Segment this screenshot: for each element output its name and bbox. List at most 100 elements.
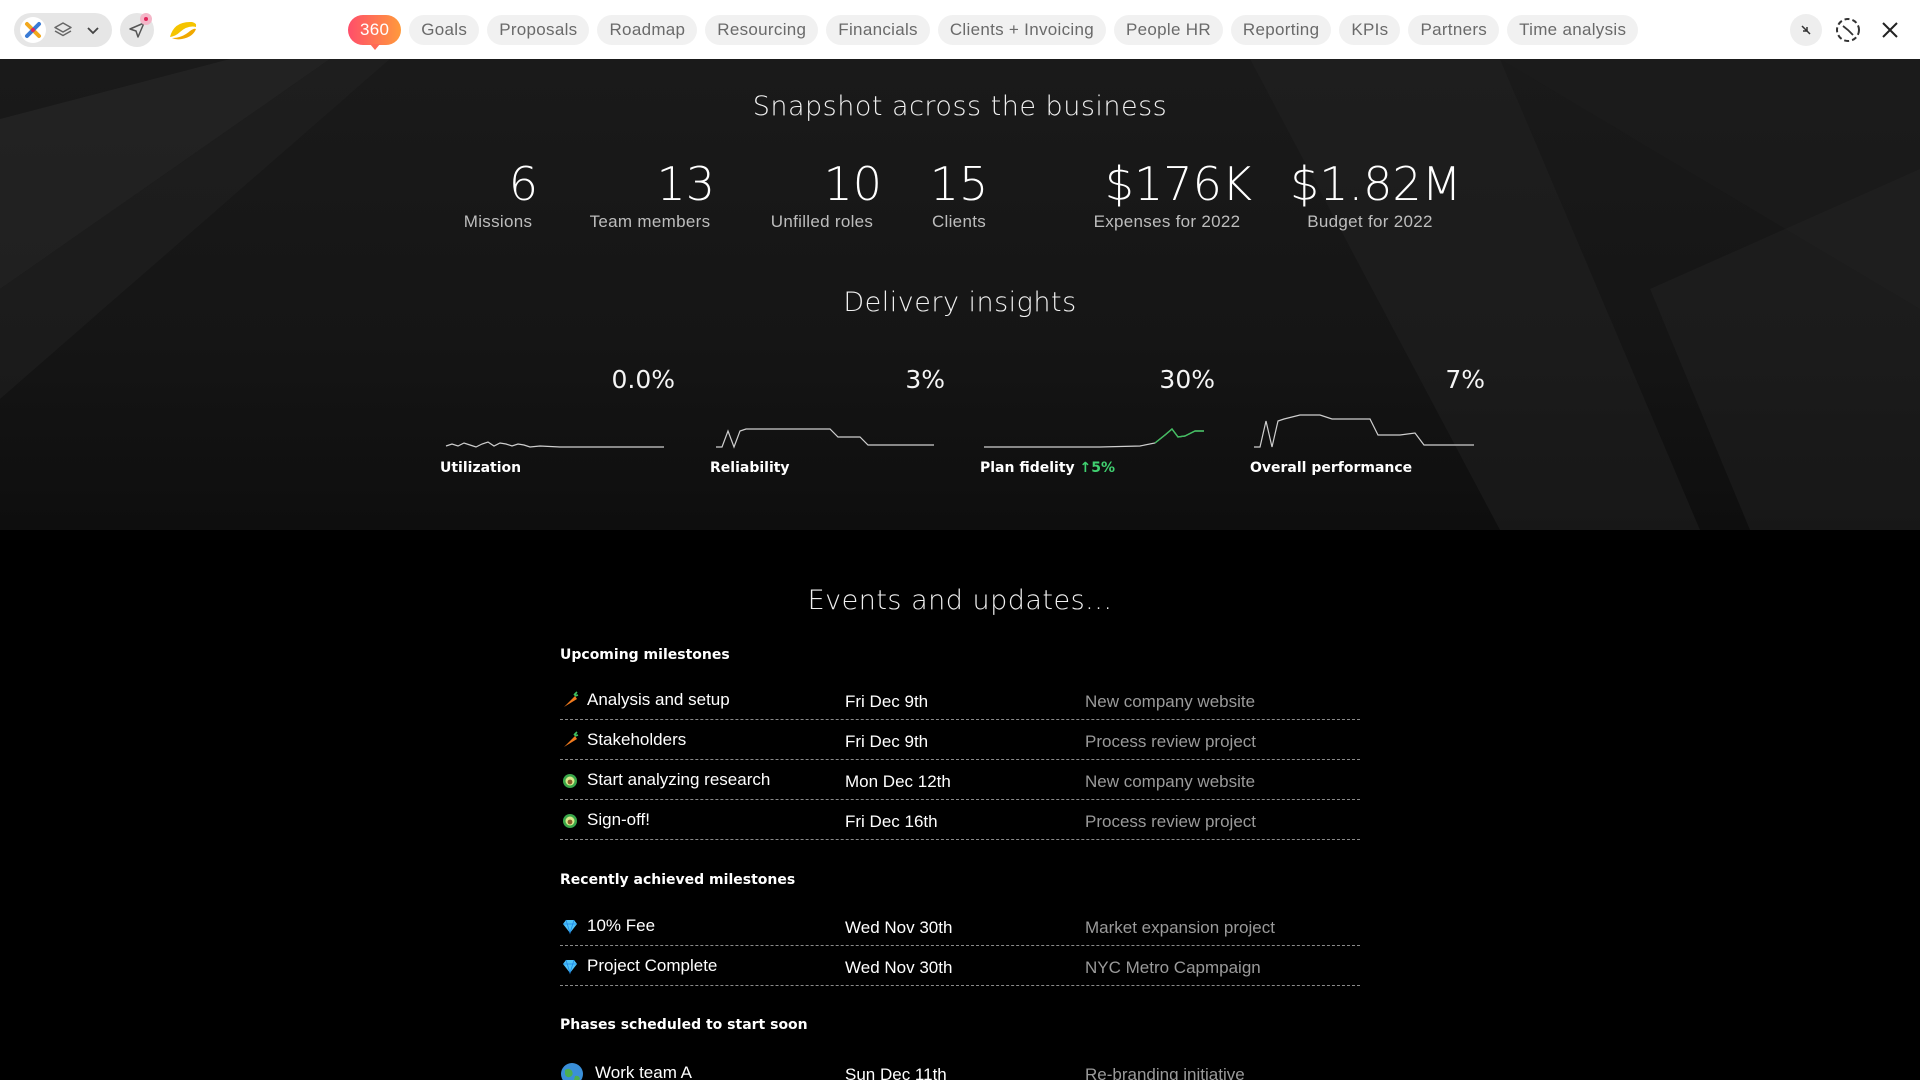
diamond-icon bbox=[561, 917, 579, 935]
insight-value: 30% bbox=[1159, 365, 1215, 394]
milestone-project[interactable]: Market expansion project bbox=[1085, 918, 1275, 938]
milestone-date: Fri Dec 9th bbox=[845, 692, 929, 711]
insight-utilization[interactable]: 0.0% Utilization bbox=[440, 365, 675, 485]
toolbar-right bbox=[1790, 14, 1906, 46]
tab-proposals[interactable]: Proposals bbox=[487, 15, 590, 45]
milestone-title: Analysis and setup bbox=[587, 690, 730, 709]
milestone-date: Wed Nov 30th bbox=[845, 918, 953, 937]
app-logo-icon[interactable] bbox=[18, 15, 48, 45]
milestone-title: Start analyzing research bbox=[587, 770, 771, 789]
hero-panel: Snapshot across the business 6 Missions … bbox=[0, 59, 1920, 530]
tab-financials[interactable]: Financials bbox=[826, 15, 930, 45]
tab-roadmap[interactable]: Roadmap bbox=[597, 15, 698, 45]
stat-unfilled-roles: 10 Unfilled roles bbox=[757, 156, 887, 232]
milestone-project[interactable]: New company website bbox=[1085, 772, 1255, 792]
phases-heading: Phases scheduled to start soon bbox=[560, 1017, 808, 1033]
phase-date: Sun Dec 11th bbox=[845, 1065, 947, 1080]
insights-title: Delivery insights bbox=[843, 287, 1077, 318]
plan-fidelity-sparkline bbox=[984, 427, 1204, 448]
milestone-project[interactable]: Process review project bbox=[1085, 812, 1256, 832]
tab-partners[interactable]: Partners bbox=[1408, 15, 1500, 45]
insight-value: 3% bbox=[905, 365, 945, 394]
upcoming-milestones-heading: Upcoming milestones bbox=[560, 647, 730, 663]
insight-overall-performance[interactable]: 7% Overall performance bbox=[1250, 365, 1485, 485]
close-icon[interactable] bbox=[1874, 14, 1906, 46]
stat-team-members: 13 Team members bbox=[580, 156, 720, 232]
avocado-icon bbox=[561, 771, 579, 789]
collapse-icon[interactable] bbox=[1790, 14, 1822, 46]
tab-goals[interactable]: Goals bbox=[409, 15, 480, 45]
milestone-date: Wed Nov 30th bbox=[845, 958, 953, 977]
milestone-title: Sign-off! bbox=[587, 810, 651, 829]
tab-clients-invoicing[interactable]: Clients + Invoicing bbox=[937, 15, 1106, 45]
insight-delta: ↑5% bbox=[1079, 460, 1116, 476]
snapshot-title: Snapshot across the business bbox=[752, 91, 1168, 122]
insight-name: Reliability bbox=[710, 460, 790, 476]
stat-expenses: $176K Expenses for 2022 bbox=[1082, 156, 1252, 232]
carrot-icon bbox=[561, 691, 579, 709]
phase-project[interactable]: Re-branding initiative bbox=[1085, 1065, 1245, 1080]
milestone-date: Fri Dec 9th bbox=[845, 732, 929, 751]
stat-missions: 6 Missions bbox=[448, 156, 548, 232]
phase-title: Work team A bbox=[595, 1063, 692, 1080]
tab-360[interactable]: 360 bbox=[348, 15, 402, 50]
stat-label: Missions bbox=[463, 212, 533, 231]
main-nav: 360 Goals Proposals Roadmap Resourcing Financ… bbox=[348, 15, 1639, 50]
avocado-icon bbox=[561, 811, 579, 829]
stat-value: 15 bbox=[929, 157, 989, 211]
brand-logo-icon[interactable] bbox=[166, 13, 200, 47]
layers-icon[interactable] bbox=[48, 15, 78, 45]
tab-kpis[interactable]: KPIs bbox=[1339, 15, 1401, 45]
chevron-down-icon[interactable] bbox=[78, 15, 108, 45]
insight-value: 7% bbox=[1445, 365, 1485, 394]
tab-people-hr[interactable]: People HR bbox=[1113, 15, 1223, 45]
milestone-project[interactable]: Process review project bbox=[1085, 732, 1256, 752]
insight-value: 0.0% bbox=[611, 365, 675, 394]
stat-label: Budget for 2022 bbox=[1307, 212, 1433, 231]
achieved-row[interactable]: 10% Fee Wed Nov 30th Market expansion pr… bbox=[560, 906, 1360, 946]
insight-name: Overall performance bbox=[1250, 460, 1413, 476]
notification-dot bbox=[140, 13, 152, 25]
insight-reliability[interactable]: 3% Reliability bbox=[710, 365, 945, 485]
stat-value: 10 bbox=[823, 157, 882, 211]
app-switcher[interactable] bbox=[14, 13, 112, 47]
refresh-icon[interactable] bbox=[1832, 14, 1864, 46]
stat-label: Expenses for 2022 bbox=[1093, 212, 1241, 231]
globe-icon bbox=[560, 1062, 584, 1080]
milestone-date: Fri Dec 16th bbox=[845, 812, 938, 831]
milestone-row[interactable]: Analysis and setup Fri Dec 9th New compa… bbox=[560, 680, 1360, 720]
stat-value: 6 bbox=[508, 157, 538, 211]
milestone-title: 10% Fee bbox=[587, 916, 656, 935]
events-title: Events and updates... bbox=[807, 585, 1113, 616]
diamond-icon bbox=[561, 957, 579, 975]
toolbar-left bbox=[14, 12, 200, 48]
insight-plan-fidelity[interactable]: 30% Plan fidelity ↑5% bbox=[980, 365, 1215, 485]
overall-performance-sparkline bbox=[1254, 414, 1474, 448]
milestone-date: Mon Dec 12th bbox=[845, 772, 951, 791]
milestone-project[interactable]: NYC Metro Capmpaign bbox=[1085, 958, 1261, 978]
milestone-row[interactable]: Stakeholders Fri Dec 9th Process review … bbox=[560, 720, 1360, 760]
reliability-sparkline bbox=[716, 428, 934, 449]
stat-budget: $1.82M Budget for 2022 bbox=[1290, 156, 1480, 232]
stat-value: $176K bbox=[1104, 157, 1252, 211]
stat-value: $1.82M bbox=[1290, 157, 1462, 211]
milestone-title: Stakeholders bbox=[587, 730, 687, 749]
milestone-row[interactable]: Start analyzing research Mon Dec 12th Ne… bbox=[560, 760, 1360, 800]
milestone-project[interactable]: New company website bbox=[1085, 692, 1255, 712]
tab-time-analysis[interactable]: Time analysis bbox=[1507, 15, 1639, 45]
send-button[interactable] bbox=[120, 13, 154, 47]
phase-row[interactable]: Work team A Sun Dec 11th Re-branding ini… bbox=[560, 1050, 1360, 1080]
tab-resourcing[interactable]: Resourcing bbox=[705, 15, 819, 45]
insight-name: Utilization bbox=[440, 460, 522, 476]
tab-reporting[interactable]: Reporting bbox=[1230, 15, 1332, 45]
stat-label: Unfilled roles bbox=[770, 212, 874, 231]
stat-value: 13 bbox=[656, 157, 715, 211]
top-bar: 360 Goals Proposals Roadmap Resourcing Financ… bbox=[0, 0, 1920, 59]
milestone-title: Project Complete bbox=[587, 956, 718, 975]
stat-clients: 15 Clients bbox=[914, 156, 1004, 232]
milestone-row[interactable]: Sign-off! Fri Dec 16th Process review pr… bbox=[560, 800, 1360, 840]
carrot-icon bbox=[561, 731, 579, 749]
achieved-row[interactable]: Project Complete Wed Nov 30th NYC Metro … bbox=[560, 946, 1360, 986]
insight-name: Plan fidelity ↑5% bbox=[980, 460, 1116, 476]
stat-label: Clients bbox=[931, 212, 987, 231]
